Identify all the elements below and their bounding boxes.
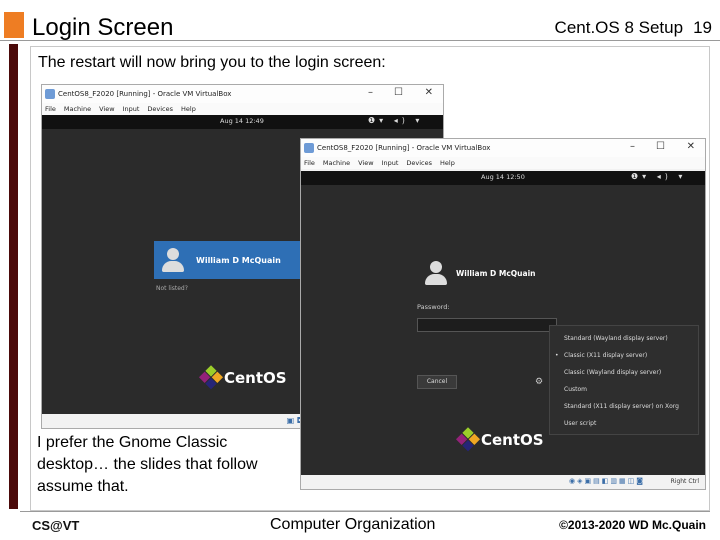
user-avatar-icon xyxy=(425,261,447,285)
vm-screen-front: Aug 14 12:50 ❶▾ ◂) ▾ William D McQuain P… xyxy=(301,171,705,475)
slide-title: Login Screen xyxy=(32,14,174,41)
vm-menubar: File Machine View Input Devices Help xyxy=(301,157,705,169)
user-name: William D McQuain xyxy=(196,255,281,265)
session-option-label: Classic (X11 display server) xyxy=(564,352,648,359)
footer-divider xyxy=(20,511,710,512)
session-option[interactable]: User script xyxy=(550,415,698,432)
clock: Aug 14 12:49 xyxy=(220,117,264,125)
session-option-selected[interactable]: • Classic (X11 display server) xyxy=(550,347,698,364)
vm-menubar: File Machine View Input Devices Help xyxy=(42,103,443,115)
vm-window-title: CentOS8_F2020 [Running] - Oracle VM Virt… xyxy=(58,90,232,98)
centos-logo-text: CentOS xyxy=(481,431,544,449)
gnome-top-bar: Aug 14 12:49 ❶▾ ◂) ▾ xyxy=(42,115,443,129)
system-tray-icons[interactable]: ❶▾ ◂) ▾ xyxy=(631,172,686,181)
password-label: Password: xyxy=(417,303,450,311)
footer-right: ©2013-2020 WD Mc.Quain xyxy=(559,518,706,532)
deck-title: Cent.OS 8 Setup xyxy=(554,18,684,37)
menu-view[interactable]: View xyxy=(99,105,114,113)
slide-header-right: Cent.OS 8 Setup 19 xyxy=(555,18,712,38)
session-option[interactable]: Standard (Wayland display server) xyxy=(550,330,698,347)
footer-center: Computer Organization xyxy=(270,516,436,533)
not-listed-link[interactable]: Not listed? xyxy=(156,285,188,292)
user-avatar-icon xyxy=(162,248,184,272)
menu-view[interactable]: View xyxy=(358,159,373,167)
vm-statusbar: ◉◈▣▤◧▥▦◫◙ Right Ctrl xyxy=(301,475,705,489)
centos-logo: CentOS xyxy=(455,427,544,452)
vm-titlebar: CentOS8_F2020 [Running] - Oracle VM Virt… xyxy=(301,139,705,157)
selected-bullet: • xyxy=(555,352,559,359)
menu-file[interactable]: File xyxy=(304,159,315,167)
system-tray-icons[interactable]: ❶▾ ◂) ▾ xyxy=(368,116,423,125)
centos-mark-icon xyxy=(455,427,481,452)
cancel-button[interactable]: Cancel xyxy=(417,375,457,389)
menu-machine[interactable]: Machine xyxy=(323,159,350,167)
caption-text: I prefer the Gnome Classic desktop… the … xyxy=(37,434,258,495)
user-name: William D McQuain xyxy=(456,269,536,278)
intro-text: The restart will now bring you to the lo… xyxy=(38,54,386,71)
virtualbox-icon xyxy=(45,89,55,99)
session-option[interactable]: Classic (Wayland display server) xyxy=(550,364,698,381)
minimize-button[interactable]: – xyxy=(630,141,635,153)
vm-window-front: CentOS8_F2020 [Running] - Oracle VM Virt… xyxy=(300,138,706,490)
minimize-button[interactable]: – xyxy=(368,87,373,99)
menu-input[interactable]: Input xyxy=(123,105,140,113)
vm-titlebar: CentOS8_F2020 [Running] - Oracle VM Virt… xyxy=(42,85,443,103)
close-button[interactable]: ✕ xyxy=(687,141,695,153)
virtualbox-icon xyxy=(304,143,314,153)
menu-help[interactable]: Help xyxy=(181,105,196,113)
host-key-label: Right Ctrl xyxy=(670,478,699,485)
status-icons: ◉◈▣▤◧▥▦◫◙ xyxy=(569,477,645,485)
slide-number: 19 xyxy=(693,18,712,37)
session-option[interactable]: Standard (X11 display server) on Xorg xyxy=(550,398,698,415)
close-button[interactable]: ✕ xyxy=(425,87,433,99)
menu-file[interactable]: File xyxy=(45,105,56,113)
menu-machine[interactable]: Machine xyxy=(64,105,91,113)
gnome-top-bar: Aug 14 12:50 ❶▾ ◂) ▾ xyxy=(301,171,705,185)
session-gear-icon[interactable]: ⚙ xyxy=(535,377,543,387)
session-option[interactable]: Custom xyxy=(550,381,698,398)
title-accent-square xyxy=(4,12,24,38)
maximize-button[interactable]: ☐ xyxy=(394,87,403,99)
user-tile[interactable]: William D McQuain xyxy=(154,241,302,279)
header-divider xyxy=(0,40,720,41)
menu-devices[interactable]: Devices xyxy=(406,159,432,167)
menu-devices[interactable]: Devices xyxy=(147,105,173,113)
centos-logo-text: CentOS xyxy=(224,369,287,387)
vm-window-title: CentOS8_F2020 [Running] - Oracle VM Virt… xyxy=(317,144,491,152)
clock: Aug 14 12:50 xyxy=(481,173,525,181)
centos-mark-icon xyxy=(198,365,224,390)
maximize-button[interactable]: ☐ xyxy=(656,141,665,153)
password-input[interactable] xyxy=(417,318,557,332)
menu-input[interactable]: Input xyxy=(382,159,399,167)
centos-logo: CentOS xyxy=(198,365,287,390)
footer-left: CS@VT xyxy=(32,518,80,533)
menu-help[interactable]: Help xyxy=(440,159,455,167)
side-accent-bar xyxy=(9,44,18,509)
session-menu: Standard (Wayland display server) • Class… xyxy=(549,325,699,435)
